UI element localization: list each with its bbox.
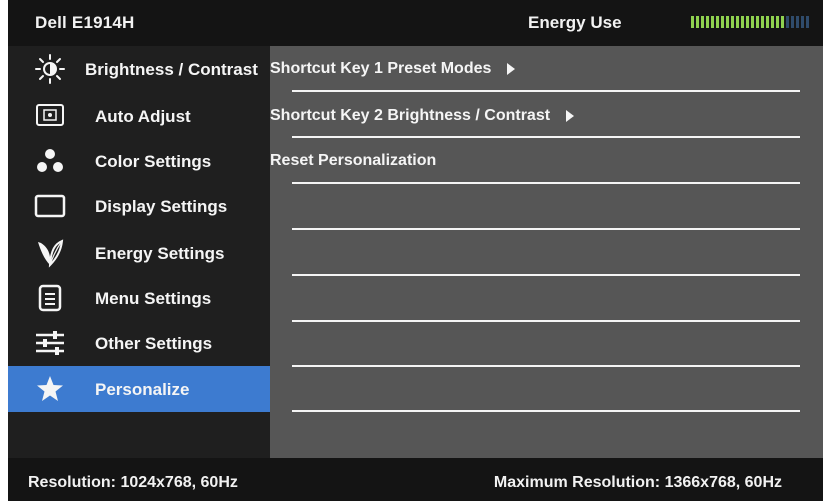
osd-main-menu: Brightness / Contrast Auto Adjust Color … [8, 46, 270, 458]
sidebar-item-other-settings[interactable]: Other Settings [8, 320, 270, 366]
energy-meter-segment [786, 16, 789, 28]
energy-meter-segment [731, 16, 734, 28]
energy-meter-segment [771, 16, 774, 28]
maximum-resolution: Maximum Resolution: 1366x768, 60Hz [493, 474, 782, 491]
osd-header: Dell E1914H Energy Use [8, 0, 823, 46]
sidebar-item-label: Menu Settings [95, 289, 212, 308]
energy-settings-icon [34, 239, 66, 268]
osd-footer: Resolution: 1024x768, 60Hz Maximum Resol… [8, 458, 823, 501]
energy-meter-segment [696, 16, 699, 28]
energy-meter-segment [746, 16, 749, 28]
sidebar-item-color-settings[interactable]: Color Settings [8, 138, 270, 184]
divider [292, 320, 800, 322]
menu-settings-icon [34, 284, 66, 312]
divider [292, 410, 800, 412]
display-settings-icon [34, 192, 66, 220]
brightness-icon [34, 54, 66, 84]
sidebar-item-menu-settings[interactable]: Menu Settings [8, 275, 270, 321]
chevron-right-icon [566, 110, 575, 122]
energy-meter-segment [796, 16, 799, 28]
shortcut-key-2-option[interactable]: Shortcut Key 2 Brightness / Contrast [270, 107, 575, 125]
energy-meter-segment [756, 16, 759, 28]
shortcut-key-1-option[interactable]: Shortcut Key 1 Preset Modes [270, 60, 516, 78]
sidebar-item-label: Other Settings [95, 334, 213, 353]
current-resolution: Resolution: 1024x768, 60Hz [28, 474, 238, 491]
energy-meter-segment [776, 16, 779, 28]
energy-meter-segment [736, 16, 739, 28]
energy-meter-segment [691, 16, 694, 28]
option-label: Shortcut Key 1 Preset Modes [270, 60, 492, 77]
energy-meter-segment [751, 16, 754, 28]
energy-use-meter [691, 16, 813, 28]
sidebar-item-label: Personalize [95, 380, 190, 399]
energy-use-label: Energy Use [528, 13, 622, 32]
energy-meter-segment [741, 16, 744, 28]
energy-meter-segment [766, 16, 769, 28]
sidebar-item-personalize[interactable]: Personalize [8, 366, 270, 412]
energy-meter-segment [781, 16, 784, 28]
sidebar-item-label: Auto Adjust [95, 107, 191, 126]
sidebar-item-label: Color Settings [95, 152, 212, 171]
energy-meter-segment [761, 16, 764, 28]
divider [292, 228, 800, 230]
sidebar-item-label: Brightness / Contrast [85, 60, 258, 79]
divider [292, 136, 800, 138]
monitor-model-title: Dell E1914H [35, 13, 135, 32]
sidebar-item-label: Display Settings [95, 197, 228, 216]
divider [292, 90, 800, 92]
energy-meter-segment [716, 16, 719, 28]
chevron-right-icon [507, 63, 516, 75]
divider [292, 274, 800, 276]
energy-meter-segment [711, 16, 714, 28]
sidebar-item-display-settings[interactable]: Display Settings [8, 183, 270, 229]
divider [292, 182, 800, 184]
sidebar-item-brightness-contrast[interactable]: Brightness / Contrast [8, 46, 270, 92]
energy-meter-segment [706, 16, 709, 28]
option-label: Reset Personalization [270, 152, 437, 169]
option-label: Shortcut Key 2 Brightness / Contrast [270, 107, 551, 124]
color-settings-icon [34, 147, 66, 175]
energy-meter-segment [806, 16, 809, 28]
energy-meter-segment [801, 16, 804, 28]
auto-adjust-icon [34, 102, 66, 130]
reset-personalization-option[interactable]: Reset Personalization [270, 152, 436, 170]
sidebar-item-auto-adjust[interactable]: Auto Adjust [8, 93, 270, 139]
star-icon [34, 375, 66, 403]
sidebar-item-energy-settings[interactable]: Energy Settings [8, 230, 270, 276]
energy-meter-segment [721, 16, 724, 28]
energy-meter-segment [726, 16, 729, 28]
other-settings-icon [34, 329, 66, 357]
energy-meter-segment [701, 16, 704, 28]
monitor-osd: Dell E1914H Energy Use Brightness / Cont… [8, 0, 823, 501]
energy-meter-segment [791, 16, 794, 28]
divider [292, 365, 800, 367]
sidebar-item-label: Energy Settings [95, 244, 225, 263]
